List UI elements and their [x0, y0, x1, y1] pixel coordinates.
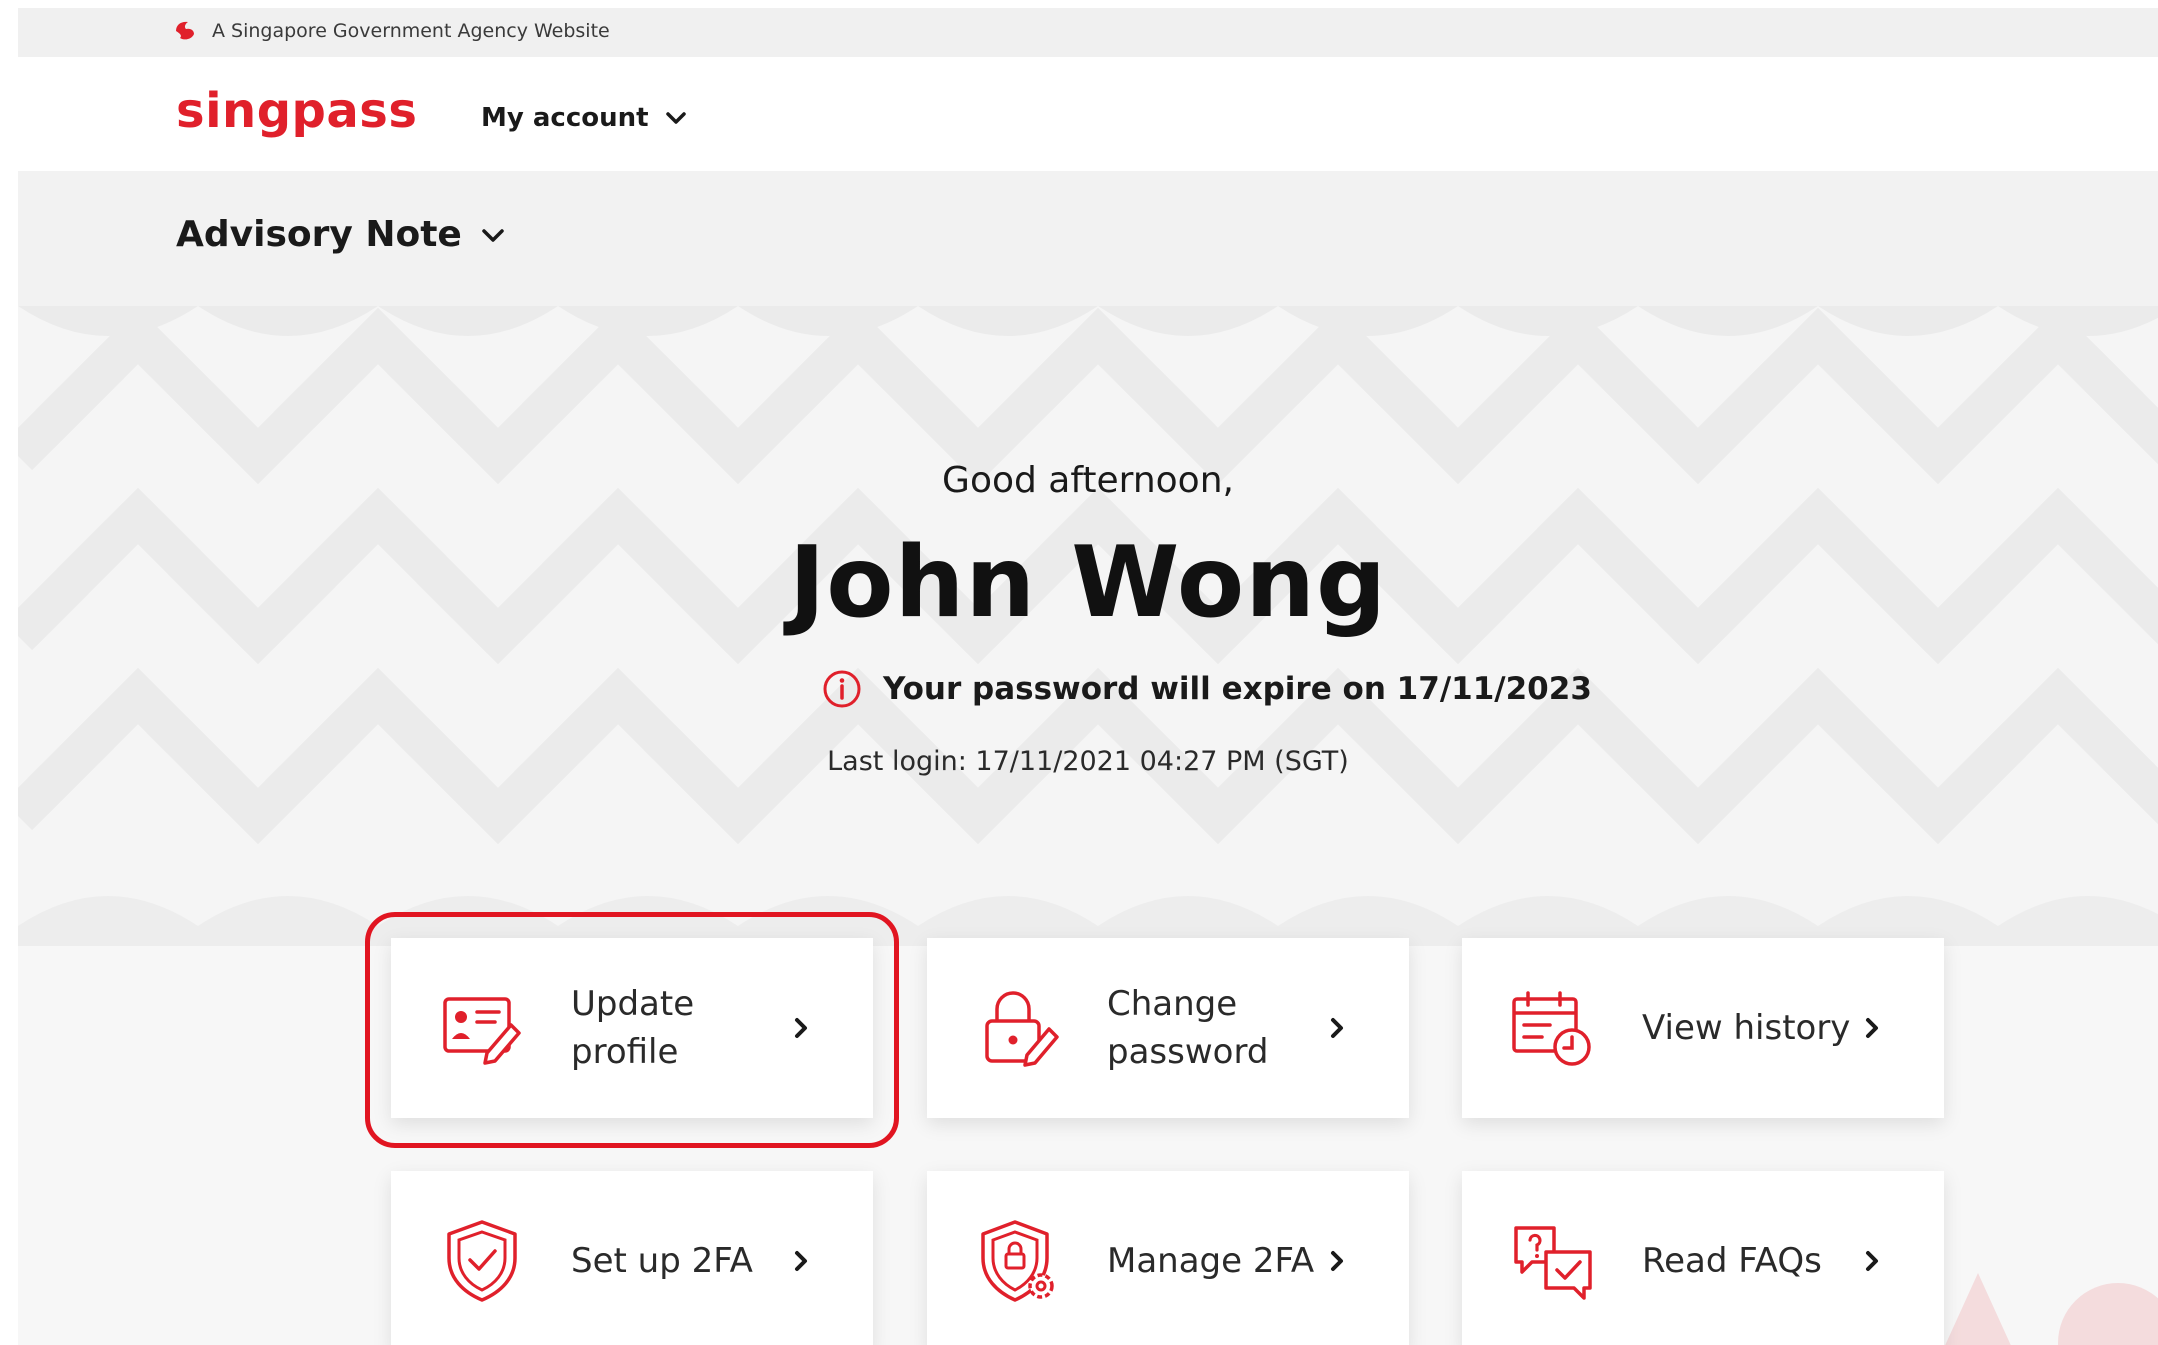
card-label: Set up 2FA	[571, 1241, 753, 1281]
my-account-label: My account	[481, 103, 649, 133]
decorative-watermark	[1945, 1273, 2158, 1345]
lock-edit-icon	[985, 991, 1059, 1067]
chevron-right-icon	[1331, 1018, 1343, 1038]
card-label: Manage 2FA	[1107, 1241, 1315, 1281]
chevron-down-icon	[482, 228, 504, 242]
card-label: Read FAQs	[1642, 1241, 1822, 1281]
chevron-right-icon	[1866, 1018, 1878, 1038]
password-expiry-text: Your password will expire on 17/11/2023	[883, 671, 1592, 707]
chevron-right-icon	[795, 1251, 807, 1271]
last-login-text: Last login: 17/11/2021 04:27 PM (SGT)	[827, 746, 1349, 777]
gov-masthead: A Singapore Government Agency Website	[18, 8, 2158, 57]
chevron-right-icon	[795, 1018, 807, 1038]
change-password-card[interactable]: Change password	[927, 938, 1409, 1118]
profile-edit-icon	[443, 997, 521, 1065]
shield-gear-icon	[981, 1220, 1054, 1302]
lion-head-icon	[176, 21, 194, 40]
greeting-text: Good afternoon,	[942, 460, 1234, 501]
read-faqs-card[interactable]: Read FAQs	[1462, 1171, 1944, 1345]
shield-check-icon	[447, 1220, 517, 1302]
password-expiry-notice: Your password will expire on 17/11/2023	[821, 668, 1592, 710]
info-icon	[823, 670, 861, 708]
user-name: John Wong	[788, 526, 1388, 640]
advisory-note-toggle[interactable]: Advisory Note	[176, 214, 510, 255]
update-profile-card[interactable]: Update profile	[391, 938, 873, 1118]
my-account-menu[interactable]: My account	[481, 103, 691, 133]
calendar-clock-icon	[1512, 991, 1591, 1066]
chevron-right-icon	[1331, 1251, 1343, 1271]
site-header: singpass My account	[18, 57, 2158, 171]
logo-text: singpass	[176, 83, 418, 139]
singpass-logo[interactable]: singpass	[176, 83, 417, 139]
view-history-card[interactable]: View history	[1462, 938, 1944, 1118]
card-label: Change password	[1107, 984, 1269, 1072]
advisory-note-label: Advisory Note	[176, 214, 462, 255]
chevron-right-icon	[1866, 1251, 1878, 1271]
card-label: View history	[1642, 1008, 1851, 1048]
masthead-text: A Singapore Government Agency Website	[212, 20, 610, 42]
manage-2fa-card[interactable]: Manage 2FA	[927, 1171, 1409, 1345]
setup-2fa-card[interactable]: Set up 2FA	[391, 1171, 873, 1345]
chat-question-icon	[1514, 1226, 1592, 1300]
page-frame: A Singapore Government Agency Website si…	[18, 8, 2158, 1345]
chevron-down-icon	[665, 112, 686, 124]
card-label: Update profile	[571, 984, 695, 1072]
